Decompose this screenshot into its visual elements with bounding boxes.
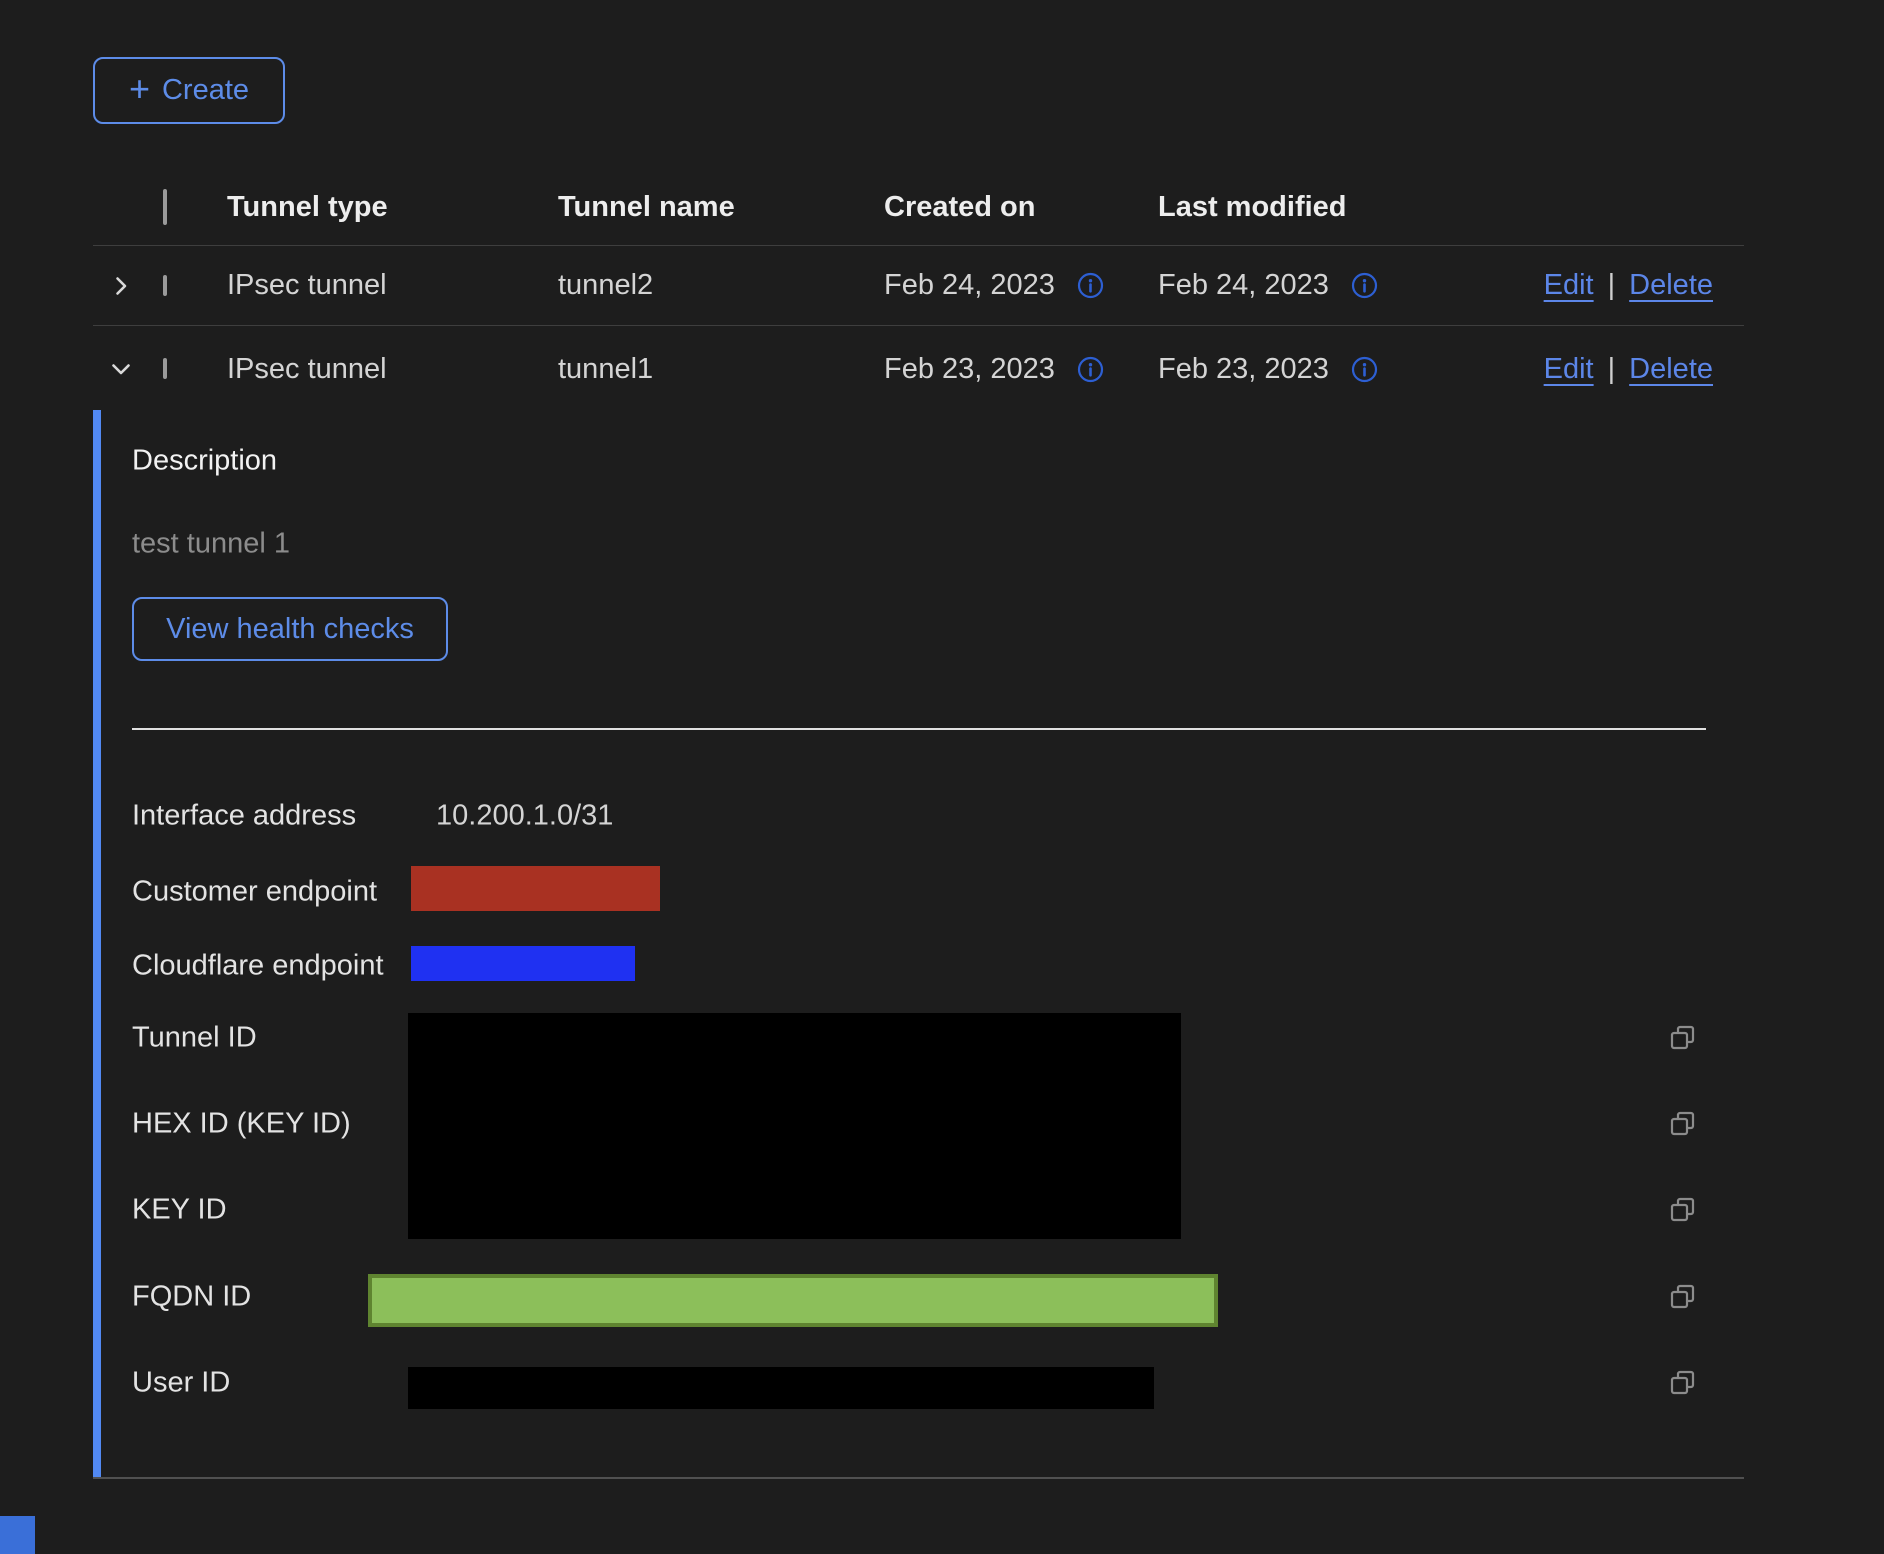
info-circle-icon[interactable]: [1351, 272, 1378, 299]
last-modified-cell: Feb 24, 2023: [1158, 269, 1329, 302]
ids-redacted-value: [408, 1013, 1181, 1239]
interface-address-label: Interface address: [132, 800, 356, 833]
interface-address-value: 10.200.1.0/31: [436, 800, 613, 833]
description-label: Description: [132, 445, 277, 478]
tunnel-type-cell: IPsec tunnel: [227, 269, 558, 302]
table-row: IPsec tunnel tunnel2 Feb 24, 2023 Feb 24…: [93, 246, 1744, 325]
cloudflare-endpoint-label: Cloudflare endpoint: [132, 950, 384, 983]
copy-tunnel-id-button[interactable]: [1668, 1023, 1698, 1053]
key-id-label: KEY ID: [132, 1194, 227, 1227]
created-on-cell: Feb 23, 2023: [884, 353, 1055, 386]
copy-icon: [1668, 1023, 1698, 1053]
table-header-row: Tunnel type Tunnel name Created on Last …: [93, 170, 1744, 245]
copy-hex-id-button[interactable]: [1668, 1109, 1698, 1139]
info-circle-icon[interactable]: [1077, 356, 1104, 383]
customer-endpoint-label: Customer endpoint: [132, 876, 377, 909]
expand-row-button[interactable]: [93, 273, 163, 299]
header-tunnel-type: Tunnel type: [227, 191, 558, 224]
delete-link[interactable]: Delete: [1629, 353, 1713, 386]
tunnel-table: Tunnel type Tunnel name Created on Last …: [93, 170, 1744, 412]
plus-icon: +: [129, 71, 150, 107]
copy-fqdn-id-button[interactable]: [1668, 1282, 1698, 1312]
edit-link[interactable]: Edit: [1544, 353, 1594, 386]
actions-separator: |: [1608, 269, 1616, 302]
tunnel-detail-panel: Description test tunnel 1 View health ch…: [93, 410, 1744, 1478]
bottom-left-accent: [0, 1516, 35, 1554]
cloudflare-endpoint-redacted-value: [411, 946, 635, 981]
hex-id-label: HEX ID (KEY ID): [132, 1108, 351, 1141]
chevron-down-icon: [108, 356, 134, 382]
create-button[interactable]: + Create: [93, 57, 285, 124]
created-on-cell: Feb 24, 2023: [884, 269, 1055, 302]
copy-key-id-button[interactable]: [1668, 1195, 1698, 1225]
info-circle-icon[interactable]: [1351, 356, 1378, 383]
tunnel-name-cell: tunnel1: [558, 353, 884, 386]
tunnel-id-label: Tunnel ID: [132, 1022, 257, 1055]
view-health-checks-label: View health checks: [166, 613, 414, 646]
copy-icon: [1668, 1195, 1698, 1225]
tunnel-type-cell: IPsec tunnel: [227, 353, 558, 386]
tunnel-name-cell: tunnel2: [558, 269, 884, 302]
user-id-redacted-value: [408, 1367, 1154, 1409]
copy-icon: [1668, 1282, 1698, 1312]
delete-link[interactable]: Delete: [1629, 269, 1713, 302]
header-last-modified: Last modified: [1158, 191, 1450, 224]
user-id-label: User ID: [132, 1367, 230, 1400]
edit-link[interactable]: Edit: [1544, 269, 1594, 302]
detail-divider: [132, 728, 1706, 730]
copy-icon: [1668, 1109, 1698, 1139]
table-row: IPsec tunnel tunnel1 Feb 23, 2023 Feb 23…: [93, 326, 1744, 412]
tunnels-page: + Create Tunnel type Tunnel name Created…: [0, 0, 1884, 1554]
last-modified-cell: Feb 23, 2023: [1158, 353, 1329, 386]
row-checkbox[interactable]: [163, 275, 167, 296]
copy-user-id-button[interactable]: [1668, 1368, 1698, 1398]
create-button-label: Create: [162, 74, 249, 107]
fqdn-id-redacted-value: [368, 1274, 1218, 1327]
chevron-right-icon: [108, 273, 134, 299]
info-circle-icon[interactable]: [1077, 272, 1104, 299]
fqdn-id-label: FQDN ID: [132, 1281, 251, 1314]
description-value: test tunnel 1: [132, 528, 290, 561]
view-health-checks-button[interactable]: View health checks: [132, 597, 448, 661]
collapse-row-button[interactable]: [93, 356, 163, 382]
copy-icon: [1668, 1368, 1698, 1398]
actions-separator: |: [1608, 353, 1616, 386]
header-tunnel-name: Tunnel name: [558, 191, 884, 224]
select-all-checkbox[interactable]: [163, 189, 167, 225]
table-bottom-divider: [93, 1477, 1744, 1479]
header-created-on: Created on: [884, 191, 1158, 224]
row-checkbox[interactable]: [163, 358, 167, 379]
customer-endpoint-redacted-value: [411, 866, 660, 911]
